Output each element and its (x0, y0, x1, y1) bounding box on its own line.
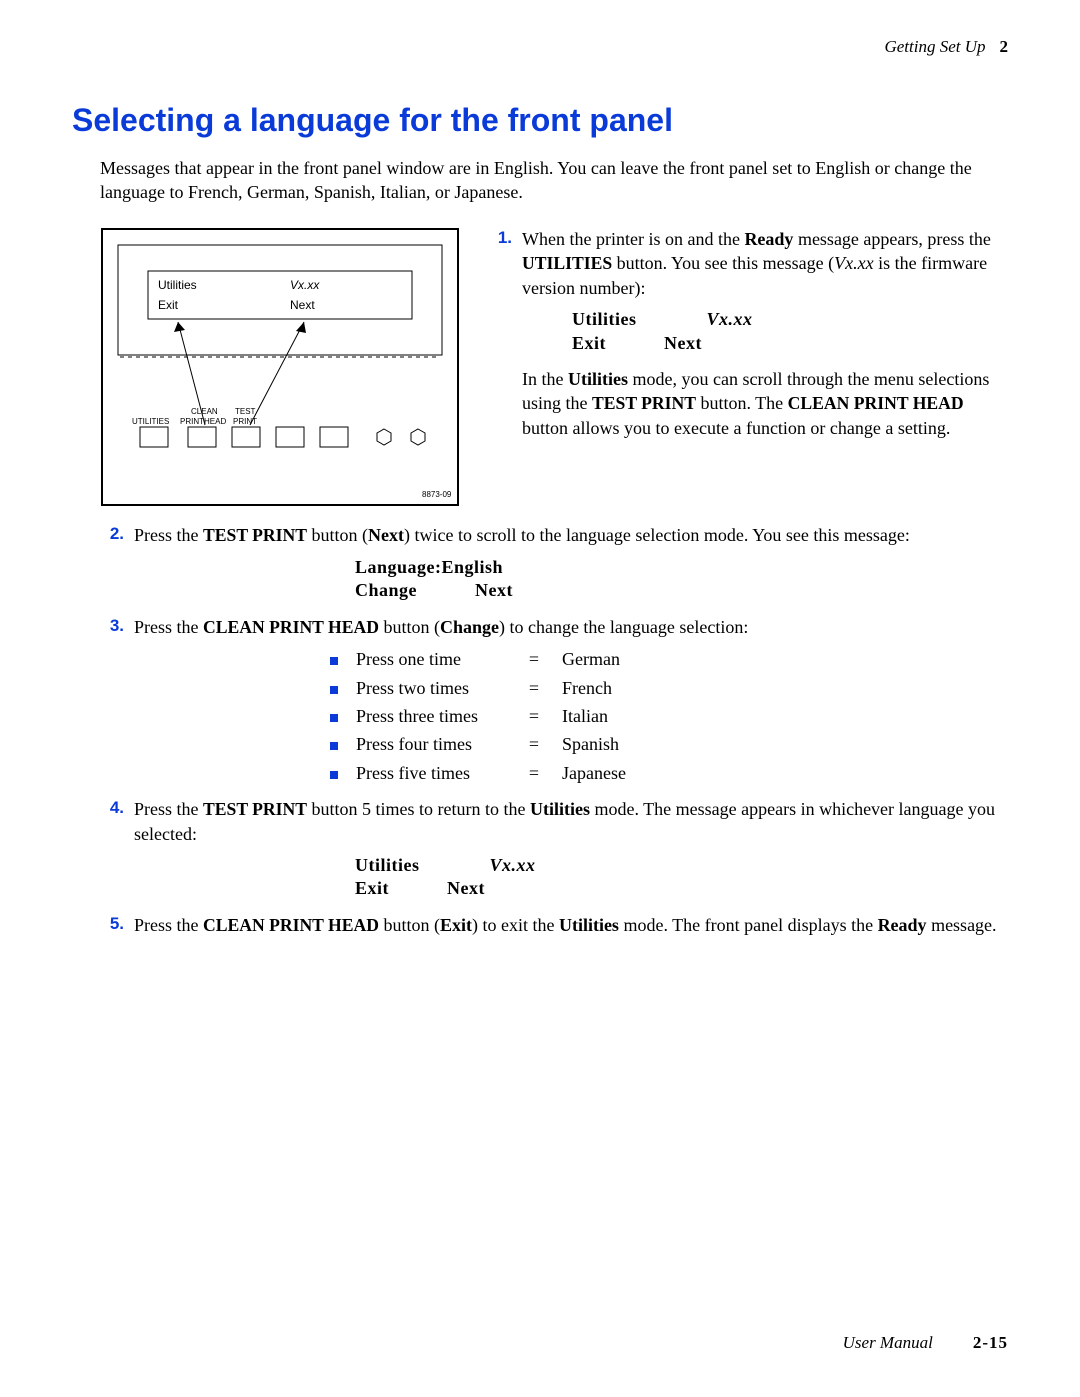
bullet-icon (330, 714, 338, 722)
svg-text:Utilities: Utilities (158, 278, 197, 292)
language-list: Press one time=German Press two times=Fr… (330, 647, 1008, 784)
step-3-text: Press the CLEAN PRINT HEAD button (Chang… (134, 615, 1008, 640)
svg-text:Exit: Exit (158, 298, 179, 312)
bullet-icon (330, 742, 338, 750)
step-5-number: 5. (100, 913, 124, 938)
chapter-number: 2 (1000, 37, 1009, 56)
intro-paragraph: Messages that appear in the front panel … (100, 156, 1008, 205)
bullet-icon (330, 771, 338, 779)
svg-text:Next: Next (290, 298, 315, 312)
bullet-icon (330, 686, 338, 694)
page-number: 2-15 (973, 1333, 1008, 1352)
step-2-text: Press the TEST PRINT button (Next) twice… (134, 523, 1008, 548)
section-title: Getting Set Up (884, 37, 985, 56)
svg-text:Vx.xx: Vx.xx (290, 278, 320, 292)
step-5-text: Press the CLEAN PRINT HEAD button (Exit)… (134, 913, 1008, 938)
list-item: Press one time=German (330, 647, 1008, 671)
step-1-number: 1. (488, 227, 512, 441)
front-panel-diagram: Utilities Vx.xx Exit Next UTILITIES CLEA… (100, 227, 460, 513)
list-item: Press two times=French (330, 676, 1008, 700)
step-3-number: 3. (100, 615, 124, 640)
step-2-number: 2. (100, 523, 124, 548)
step-4-number: 4. (100, 797, 124, 846)
list-item: Press four times=Spanish (330, 732, 1008, 756)
svg-text:UTILITIES: UTILITIES (132, 417, 169, 426)
running-footer: User Manual 2-15 (843, 1332, 1008, 1355)
step-1-lcd: UtilitiesVx.xx ExitNext (572, 308, 1008, 355)
svg-text:TEST: TEST (235, 407, 256, 416)
step-4-lcd: UtilitiesVx.xx ExitNext (355, 854, 1008, 901)
step-1-text: When the printer is on and the Ready mes… (522, 227, 1008, 441)
running-header: Getting Set Up 2 (72, 36, 1008, 59)
step-2-lcd: Language:English ChangeNext (355, 556, 1008, 603)
svg-text:8873-09: 8873-09 (422, 490, 452, 499)
list-item: Press five times=Japanese (330, 761, 1008, 785)
panel-svg: Utilities Vx.xx Exit Next UTILITIES CLEA… (100, 227, 460, 507)
book-title: User Manual (843, 1333, 933, 1352)
bullet-icon (330, 657, 338, 665)
page-title: Selecting a language for the front panel (72, 99, 1008, 142)
svg-text:CLEAN: CLEAN (191, 407, 218, 416)
list-item: Press three times=Italian (330, 704, 1008, 728)
step-4-text: Press the TEST PRINT button 5 times to r… (134, 797, 1008, 846)
